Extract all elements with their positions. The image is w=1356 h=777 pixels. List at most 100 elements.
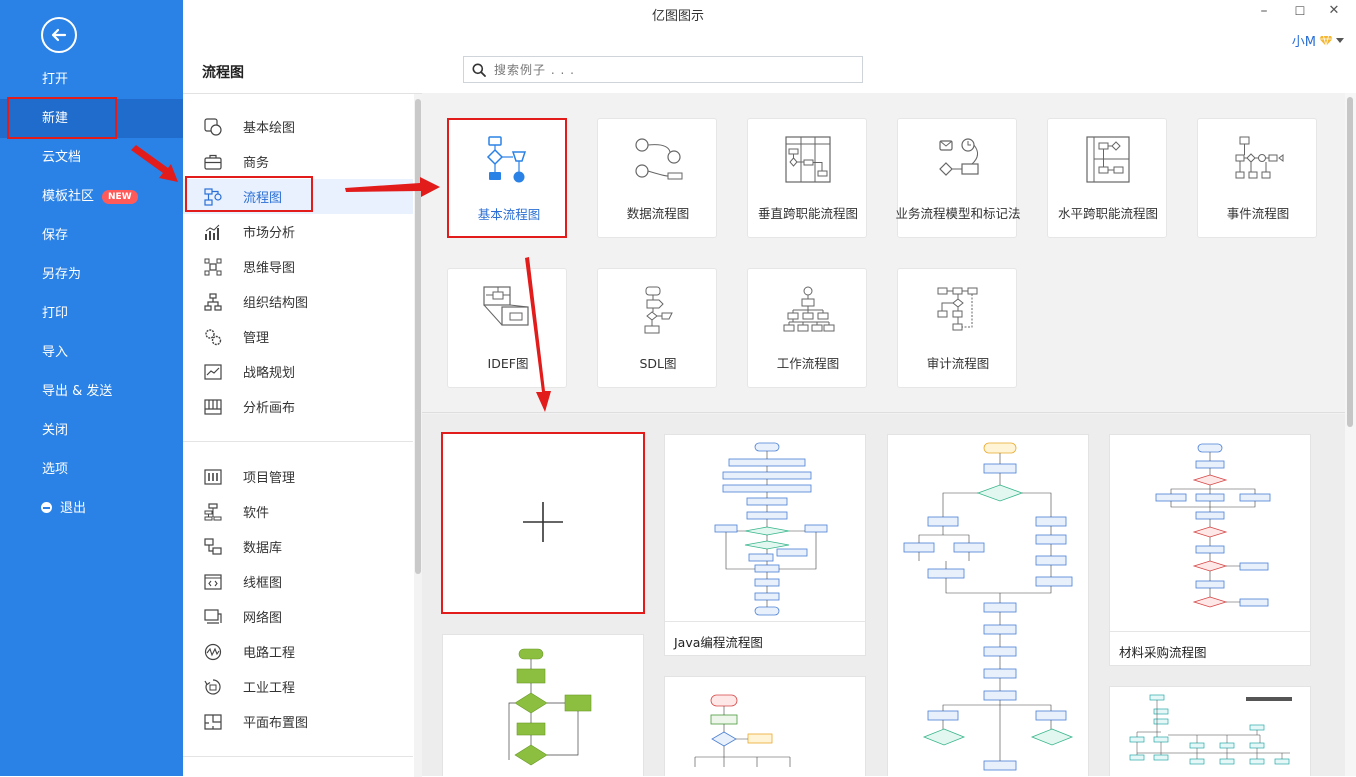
type-label: 垂直跨职能流程图 [757,206,858,221]
example-caption: 材料采购流程图 [1119,645,1207,660]
red-start-flowchart-thumbnail [694,694,791,767]
type-event-flowchart[interactable]: 事件流程图 [1197,118,1317,238]
example-card-java[interactable]: Java编程流程图 [664,434,866,656]
category-scrollbar-thumb[interactable] [415,99,421,574]
chevron-down-icon [1336,37,1344,43]
maximize-button[interactable]: ☐ [1290,4,1310,18]
file-sidebar: 打开 新建 云文档 模板社区 NEW 保存 另存为 打印 导入 导出 & 发送 关… [0,0,183,776]
blank-template-card[interactable] [441,432,645,614]
type-workflow[interactable]: 工作流程图 [747,268,867,388]
software-icon [203,502,223,522]
canvas-icon [203,397,223,417]
category-industrial[interactable]: 工业工程 [183,669,413,704]
example-card-green-flowchart[interactable] [442,634,644,776]
category-basic-drawing[interactable]: 基本绘图 [183,109,413,144]
sidebar-item-exit[interactable]: 退出 [0,489,183,528]
category-software[interactable]: 软件 [183,494,413,529]
close-button[interactable]: ✕ [1324,3,1344,18]
category-divider [183,441,413,442]
type-label: 审计流程图 [926,356,990,371]
category-mind-map[interactable]: 思维导图 [183,249,413,284]
type-label: 水平跨职能流程图 [1057,206,1158,221]
idef-icon [448,285,568,345]
category-analysis-canvas[interactable]: 分析画布 [183,389,413,424]
strategy-icon [203,362,223,382]
example-caption: Java编程流程图 [674,635,763,650]
category-management[interactable]: 管理 [183,319,413,354]
sidebar-item-open[interactable]: 打开 [0,60,183,99]
category-business[interactable]: 商务 [183,144,413,179]
sidebar-item-export-send[interactable]: 导出 & 发送 [0,372,183,411]
sidebar-item-options[interactable]: 选项 [0,450,183,489]
template-scrollbar[interactable] [1345,93,1356,776]
type-vertical-cross-functional[interactable]: 垂直跨职能流程图 [747,118,867,238]
wireframe-icon [203,572,223,592]
sidebar-item-template-community[interactable]: 模板社区 NEW [0,177,183,216]
category-network[interactable]: 网络图 [183,599,413,634]
sidebar-item-save-as[interactable]: 另存为 [0,255,183,294]
industrial-icon [203,677,223,697]
type-basic-flowchart[interactable]: 基本流程图 [447,118,567,238]
type-sdl[interactable]: SDL图 [597,268,717,388]
java-flowchart-thumbnail [714,442,828,616]
category-market-analysis[interactable]: 市场分析 [183,214,413,249]
audit-flowchart-icon [898,285,1018,345]
sidebar-item-import[interactable]: 导入 [0,333,183,372]
database-icon [203,537,223,557]
category-flowchart[interactable]: 流程图 [183,179,413,214]
example-card-tall-flowchart[interactable] [887,434,1089,776]
type-label: 基本流程图 [477,207,541,222]
sidebar-item-cloud-docs[interactable]: 云文档 [0,138,183,177]
example-card-cyan-flowchart[interactable] [1109,686,1311,776]
bar-chart-icon [203,222,223,242]
page-title: 流程图 [202,65,244,81]
user-menu[interactable]: 小M [1292,31,1344,50]
category-org-chart[interactable]: 组织结构图 [183,284,413,319]
type-horizontal-cross-functional[interactable]: 水平跨职能流程图 [1047,118,1167,238]
example-card-procurement[interactable]: 材料采购流程图 [1109,434,1311,666]
category-circuit[interactable]: 电路工程 [183,634,413,669]
minimize-button[interactable]: – [1254,3,1274,19]
type-data-flow[interactable]: 数据流程图 [597,118,717,238]
diagram-type-grid: 基本流程图 数据流程图 垂直跨职能流程图 业务流程模型和标记法 水平跨职能流程图… [422,93,1345,413]
type-label: IDEF图 [487,356,529,371]
type-label: SDL图 [639,356,677,371]
horizontal-swimlane-icon [1048,135,1168,195]
type-label: 业务流程模型和标记法 [895,206,1021,221]
sidebar-item-new[interactable]: 新建 [0,99,183,138]
org-chart-icon [203,292,223,312]
bpmn-icon [898,135,1018,195]
new-badge: NEW [102,190,138,204]
sidebar-item-close[interactable]: 关闭 [0,411,183,450]
arrow-left-icon [51,28,67,42]
category-strategy[interactable]: 战略规划 [183,354,413,389]
category-project-management[interactable]: 项目管理 [183,459,413,494]
user-name: 小M [1291,35,1316,50]
gears-icon [203,327,223,347]
sidebar-item-save[interactable]: 保存 [0,216,183,255]
exit-icon [41,502,52,513]
mindmap-icon [203,257,223,277]
category-database[interactable]: 数据库 [183,529,413,564]
network-icon [203,607,223,627]
basic-flowchart-icon [449,136,569,196]
category-divider [183,756,413,757]
category-scrollbar[interactable] [414,94,422,777]
type-idef[interactable]: IDEF图 [447,268,567,388]
search-box[interactable] [463,56,863,83]
example-card-red-start-flowchart[interactable] [664,676,866,776]
type-audit-flowchart[interactable]: 审计流程图 [897,268,1017,388]
type-bpmn[interactable]: 业务流程模型和标记法 [895,118,1021,238]
window-title: 亿图图示 [651,9,704,24]
floorplan-icon [203,712,223,732]
briefcase-icon [203,152,223,172]
workflow-icon [748,285,868,345]
sidebar-item-print[interactable]: 打印 [0,294,183,333]
template-scrollbar-thumb[interactable] [1347,97,1353,427]
flowchart-icon [203,187,223,207]
circuit-icon [203,642,223,662]
category-wireframe[interactable]: 线框图 [183,564,413,599]
search-input[interactable] [494,62,834,77]
category-floor-plan[interactable]: 平面布置图 [183,704,413,739]
category-panel: 基本绘图 商务 流程图 市场分析 思维导图 组织结构图 管理 战略规划 分析画布… [183,93,422,777]
